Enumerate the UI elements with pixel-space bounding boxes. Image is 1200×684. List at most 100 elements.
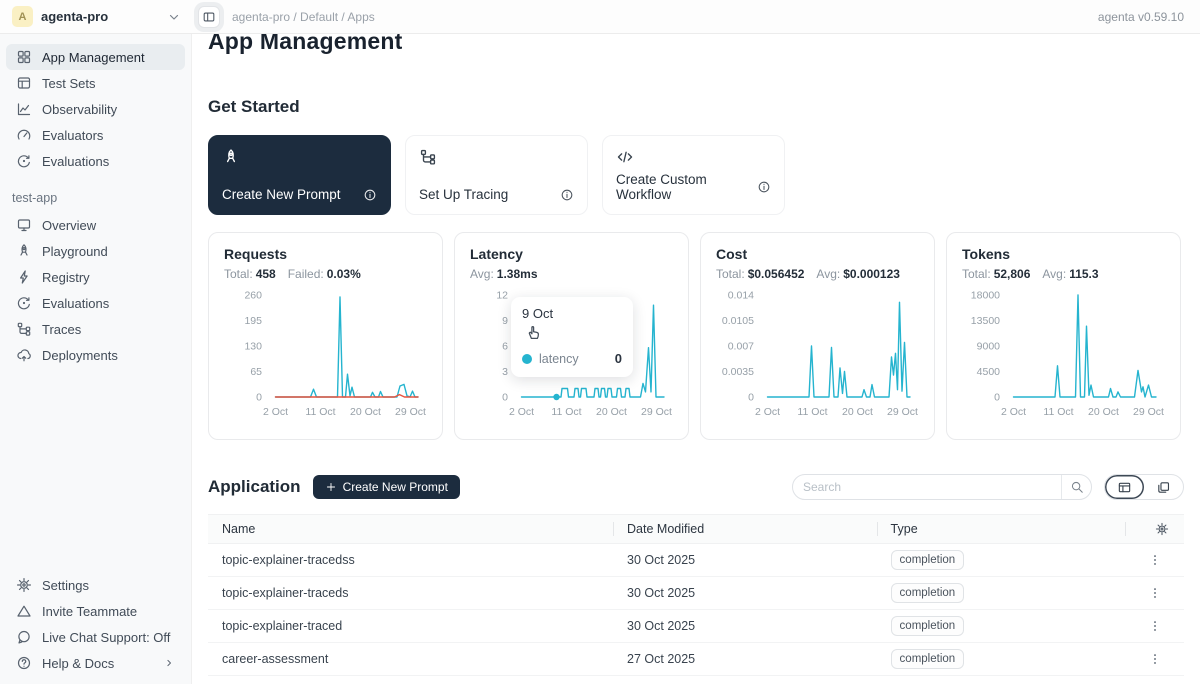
metric-chart-cost[interactable]: 0.0140.01050.0070.003502 Oct11 Oct20 Oct… xyxy=(716,285,919,423)
svg-text:0.014: 0.014 xyxy=(728,290,754,302)
cell-date-modified: 30 Oct 2025 xyxy=(613,619,877,633)
sidebar-item-label: Deployments xyxy=(42,348,118,363)
sidebar-item-settings[interactable]: Settings xyxy=(6,572,185,598)
sidebar-item-deployments[interactable]: Deployments xyxy=(6,342,185,368)
dots-vertical-icon xyxy=(1148,619,1162,633)
cell-date-modified: 30 Oct 2025 xyxy=(613,586,877,600)
cell-name: career-assessment xyxy=(208,652,613,666)
sidebar-item-overview[interactable]: Overview xyxy=(6,212,185,238)
get-started-card-set-up-tracing[interactable]: Set Up Tracing xyxy=(405,135,588,215)
tooltip-date: 9 Oct xyxy=(522,306,622,321)
sidebar-section-label: test-app xyxy=(12,191,179,205)
table-row[interactable]: career-assessment27 Oct 2025completion xyxy=(208,643,1184,676)
sidebar-item-playground[interactable]: Playground xyxy=(6,238,185,264)
metric-title: Requests xyxy=(224,246,427,262)
info-icon[interactable] xyxy=(363,188,377,202)
svg-text:4500: 4500 xyxy=(977,366,1001,378)
column-settings-button[interactable] xyxy=(1125,515,1184,543)
card-view-icon xyxy=(1156,480,1171,495)
cell-date-modified: 27 Oct 2025 xyxy=(613,652,877,666)
svg-text:0.0035: 0.0035 xyxy=(722,366,754,378)
metric-stat: Avg:115.3 xyxy=(1042,267,1098,281)
metric-title: Cost xyxy=(716,246,919,262)
table-icon xyxy=(16,75,32,91)
sidebar-toggle-button[interactable] xyxy=(198,6,220,28)
sidebar-item-evaluators[interactable]: Evaluators xyxy=(6,122,185,148)
rocket-icon xyxy=(222,148,240,166)
search-input[interactable] xyxy=(793,480,1061,494)
table-row[interactable]: topic-explainer-traceds30 Oct 2025comple… xyxy=(208,577,1184,610)
monitor-icon xyxy=(16,217,32,233)
code-icon xyxy=(616,148,634,166)
metric-stat: Avg:$0.000123 xyxy=(816,267,900,281)
svg-text:29 Oct: 29 Oct xyxy=(395,406,426,418)
table-row[interactable]: topic-explainer-tracedss30 Oct 2025compl… xyxy=(208,544,1184,577)
table-row[interactable]: topic-explainer-traced30 Oct 2025complet… xyxy=(208,610,1184,643)
svg-text:0.007: 0.007 xyxy=(728,341,754,353)
sidebar-item-registry[interactable]: Registry xyxy=(6,264,185,290)
info-icon[interactable] xyxy=(560,188,574,202)
svg-text:0: 0 xyxy=(502,392,508,404)
legend-dot xyxy=(522,354,532,364)
chevron-down-icon[interactable] xyxy=(166,9,182,25)
card-view-button[interactable] xyxy=(1144,475,1183,499)
metric-chart-requests[interactable]: 2601951306502 Oct11 Oct20 Oct29 Oct xyxy=(224,285,427,423)
sidebar-item-traces[interactable]: Traces xyxy=(6,316,185,342)
get-started-card-create-new-prompt[interactable]: Create New Prompt xyxy=(208,135,391,215)
sidebar-item-evaluations[interactable]: Evaluations xyxy=(6,290,185,316)
sidebar-item-help-docs[interactable]: Help & Docs xyxy=(6,650,185,676)
metric-title: Latency xyxy=(470,246,673,262)
svg-text:0.0105: 0.0105 xyxy=(722,315,754,327)
svg-text:20 Oct: 20 Oct xyxy=(1088,406,1119,418)
sidebar-item-evaluations[interactable]: Evaluations xyxy=(6,148,185,174)
grid-icon xyxy=(16,49,32,65)
view-toggle xyxy=(1104,474,1184,500)
card-label: Create Custom Workflow xyxy=(616,172,757,202)
get-started-card-create-custom-workflow[interactable]: Create Custom Workflow xyxy=(602,135,785,215)
chat-icon xyxy=(16,629,32,645)
metric-stat: Total:52,806 xyxy=(962,267,1030,281)
svg-text:18000: 18000 xyxy=(971,290,1000,302)
create-new-prompt-button[interactable]: Create New Prompt xyxy=(313,475,460,499)
sidebar-item-invite-teammate[interactable]: Invite Teammate xyxy=(6,598,185,624)
panel-left-icon xyxy=(202,10,216,24)
metric-cards: RequestsTotal:458Failed:0.03%26019513065… xyxy=(208,232,1184,440)
sidebar-item-observability[interactable]: Observability xyxy=(6,96,185,122)
chart-tooltip: 9 Octlatency0 xyxy=(511,297,633,377)
cloud-icon xyxy=(16,347,32,363)
table-view-button[interactable] xyxy=(1105,475,1144,499)
triangle-icon xyxy=(16,603,32,619)
metric-stat: Avg:1.38ms xyxy=(470,267,538,281)
sidebar-item-test-sets[interactable]: Test Sets xyxy=(6,70,185,96)
row-menu-button[interactable] xyxy=(1125,619,1184,633)
card-label: Create New Prompt xyxy=(222,187,341,202)
row-menu-button[interactable] xyxy=(1125,553,1184,567)
search-icon xyxy=(1070,480,1084,494)
gear-icon xyxy=(1155,522,1169,536)
gauge-icon xyxy=(16,127,32,143)
row-menu-button[interactable] xyxy=(1125,586,1184,600)
svg-text:0: 0 xyxy=(994,392,1000,404)
svg-text:9000: 9000 xyxy=(977,341,1001,353)
column-header: Type xyxy=(877,515,1126,543)
workspace-switcher[interactable]: A agenta-pro xyxy=(12,6,108,27)
type-badge: completion xyxy=(891,583,965,603)
sidebar-item-app-management[interactable]: App Management xyxy=(6,44,185,70)
cell-name: topic-explainer-tracedss xyxy=(208,553,613,567)
metric-chart-tokens[interactable]: 18000135009000450002 Oct11 Oct20 Oct29 O… xyxy=(962,285,1165,423)
breadcrumb: agenta-pro / Default / Apps xyxy=(232,10,375,24)
svg-text:29 Oct: 29 Oct xyxy=(641,406,672,418)
row-menu-button[interactable] xyxy=(1125,652,1184,666)
application-section: Application Create New Prompt xyxy=(208,474,1184,676)
lightning-icon xyxy=(16,269,32,285)
column-header: Date Modified xyxy=(613,515,877,543)
svg-text:0: 0 xyxy=(256,392,262,404)
sidebar-item-label: Traces xyxy=(42,322,81,337)
sidebar-item-live-chat-support-off[interactable]: Live Chat Support: Off xyxy=(6,624,185,650)
svg-text:20 Oct: 20 Oct xyxy=(596,406,627,418)
svg-text:11 Oct: 11 Oct xyxy=(797,406,827,418)
column-header: Name xyxy=(208,515,613,543)
info-icon[interactable] xyxy=(757,180,771,194)
metric-card-requests: RequestsTotal:458Failed:0.03%26019513065… xyxy=(208,232,443,440)
search-button[interactable] xyxy=(1061,475,1091,499)
